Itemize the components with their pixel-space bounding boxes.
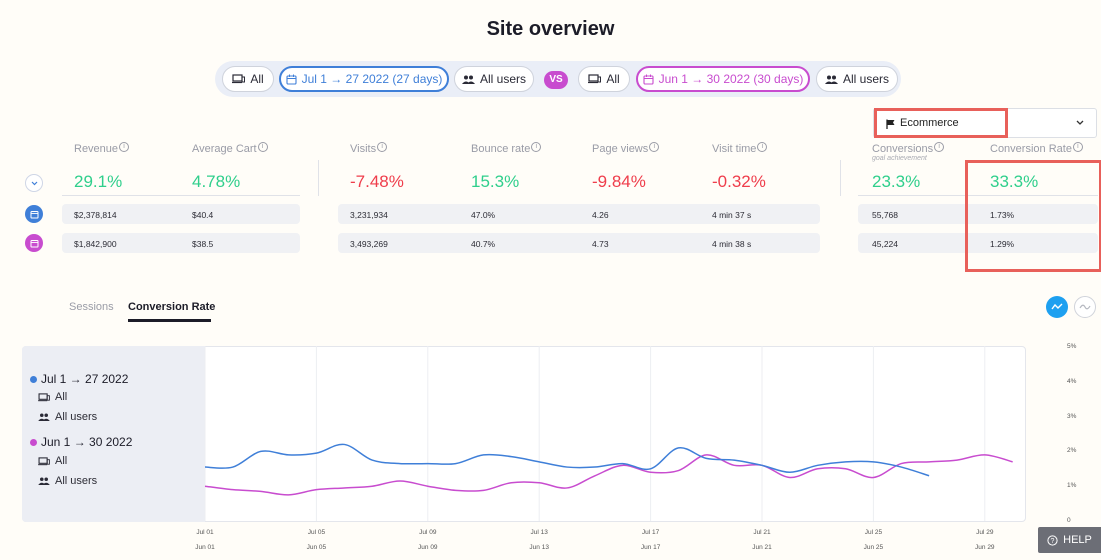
x-tick-label: Jul 13 (530, 529, 548, 536)
y-tick-label: 3% (1067, 412, 1077, 420)
y-tick-label: 4% (1067, 377, 1077, 385)
y-tick-label: 2% (1067, 447, 1077, 455)
help-icon: ? (1047, 534, 1058, 546)
x-tick-label-secondary: Jun 25 (863, 544, 884, 551)
help-label: HELP (1063, 534, 1092, 546)
y-tick-label: 5% (1067, 343, 1077, 350)
y-tick-label: 1% (1067, 482, 1077, 490)
x-tick-label-secondary: Jun 05 (306, 544, 327, 551)
x-tick-label: Jul 29 (976, 529, 994, 536)
series-line-primary (204, 443, 930, 477)
x-tick-label: Jul 25 (864, 529, 883, 536)
x-tick-label-secondary: Jun 29 (975, 544, 995, 551)
x-tick-label: Jul 05 (307, 529, 326, 536)
x-tick-label: Jul 01 (196, 529, 214, 536)
x-tick-label-secondary: Jun 21 (752, 544, 772, 551)
x-tick-label: Jul 09 (419, 529, 437, 536)
conversion-rate-chart (204, 346, 1013, 521)
x-tick-label-secondary: Jun 13 (529, 544, 549, 551)
help-button[interactable]: ? HELP (1038, 527, 1101, 553)
svg-text:?: ? (1051, 538, 1055, 545)
x-tick-label: Jul 21 (753, 529, 771, 536)
y-tick-label: 0 (1067, 517, 1071, 524)
series-line-secondary (204, 454, 1013, 496)
x-tick-label-secondary: Jun 09 (418, 544, 438, 551)
x-tick-label-secondary: Jun 01 (195, 544, 215, 551)
x-tick-label-secondary: Jun 17 (640, 544, 661, 551)
x-tick-label: Jul 17 (641, 529, 660, 536)
